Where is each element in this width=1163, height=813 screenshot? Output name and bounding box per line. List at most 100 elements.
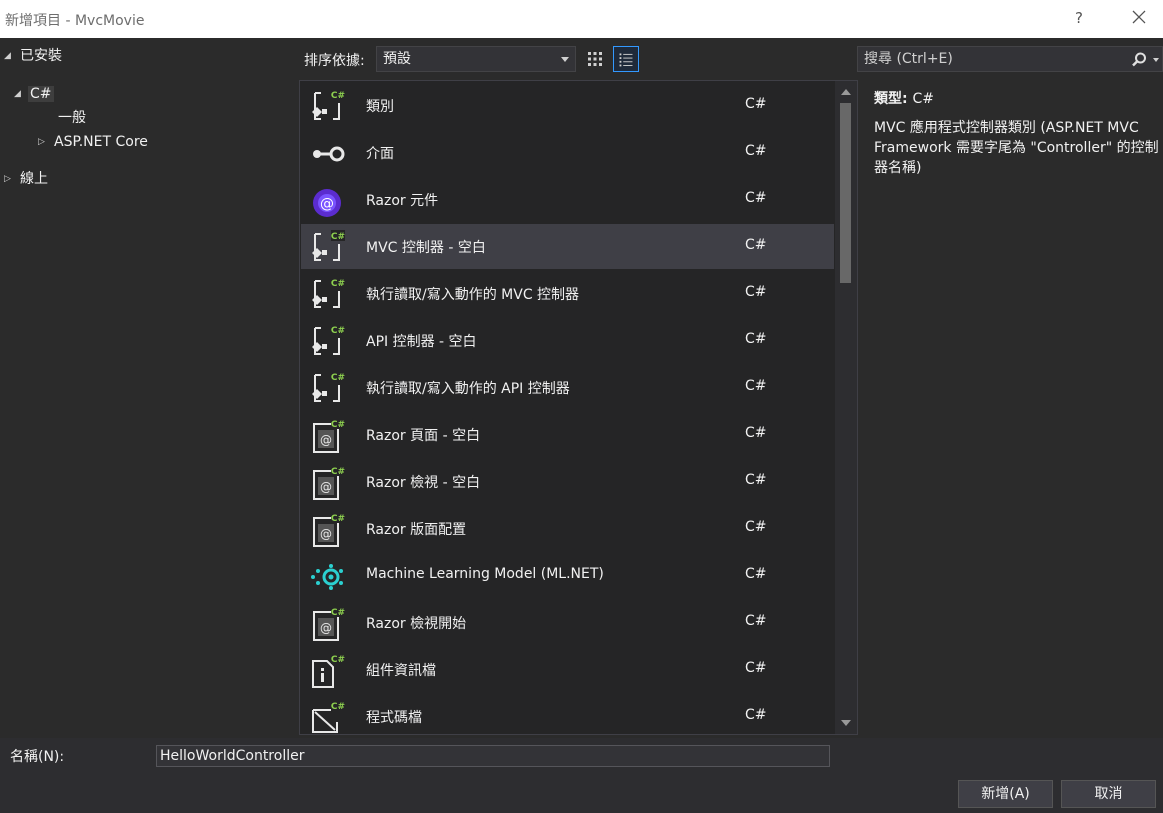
tree-item-csharp[interactable]: ◢ C# [14, 83, 54, 105]
svg-text:C#: C# [331, 420, 345, 430]
tree-item-installed[interactable]: ◢ 已安裝 [4, 45, 64, 67]
collapsed-arrow-icon: ▷ [4, 174, 11, 184]
close-icon[interactable] [1131, 9, 1147, 25]
template-item[interactable]: C# API 控制器 - 空白 C# [301, 318, 834, 363]
template-language: C# [745, 425, 767, 441]
class-icon: C# [312, 89, 345, 120]
bottom-bar: 名稱(N): 新增(A) 取消 [0, 738, 1163, 813]
collapsed-arrow-icon: ▷ [38, 137, 45, 147]
tree-item-aspnet-core[interactable]: ▷ ASP.NET Core [38, 131, 150, 153]
svg-text:@: @ [320, 196, 334, 212]
template-language: C# [745, 237, 767, 253]
list-view-icon[interactable] [613, 46, 639, 72]
details-pane: 類型: C# MVC 應用程式控制器類別 (ASP.NET MVC Framew… [874, 88, 1159, 178]
svg-text:@: @ [320, 433, 332, 447]
search-input[interactable] [858, 47, 1128, 71]
template-language: C# [745, 143, 767, 159]
scroll-down-icon[interactable] [841, 720, 851, 726]
razor-page-icon: @ C# [313, 606, 345, 641]
template-name: Razor 頁面 - 空白 [366, 428, 481, 444]
controller-icon: C# [312, 277, 345, 308]
svg-text:@: @ [320, 480, 332, 494]
expanded-arrow-icon: ◢ [14, 89, 21, 99]
template-item[interactable]: @ C# Razor 版面配置 C# [301, 506, 834, 551]
svg-text:C#: C# [331, 514, 345, 524]
template-item[interactable]: C# 組件資訊檔 C# [301, 647, 834, 692]
svg-text:C#: C# [331, 232, 345, 242]
controller-icon: C# [312, 371, 345, 402]
template-item[interactable]: @ C# Razor 頁面 - 空白 C# [301, 412, 834, 457]
svg-text:C#: C# [331, 326, 345, 336]
template-item[interactable]: @ C# Razor 檢視開始 C# [301, 600, 834, 645]
template-name: Razor 元件 [366, 193, 439, 209]
template-item[interactable]: C# 類別 C# [301, 83, 834, 128]
category-tree: ◢ 已安裝 ◢ C# 一般 ▷ ASP.NET Core ▷ 線上 [0, 38, 300, 738]
template-name: MVC 控制器 - 空白 [366, 240, 486, 256]
template-item[interactable]: C# MVC 控制器 - 空白 C# [301, 224, 834, 269]
help-button[interactable]: ? [1075, 9, 1083, 27]
template-item[interactable]: 介面 C# [301, 130, 834, 175]
svg-text:@: @ [320, 621, 332, 635]
template-item[interactable]: C# 程式碼檔 C# [301, 694, 834, 734]
sort-dropdown[interactable]: 預設 [376, 46, 576, 72]
razor-page-icon: @ C# [313, 512, 345, 547]
svg-text:C#: C# [331, 467, 345, 477]
svg-text:C#: C# [331, 655, 345, 665]
name-label: 名稱(N): [10, 749, 65, 765]
template-name: 執行讀取/寫入動作的 MVC 控制器 [366, 287, 580, 303]
template-name: API 控制器 - 空白 [366, 334, 477, 350]
name-field[interactable] [156, 745, 830, 767]
svg-text:C#: C# [331, 279, 345, 289]
tree-item-online[interactable]: ▷ 線上 [4, 168, 50, 190]
svg-text:C#: C# [331, 91, 345, 101]
template-language: C# [745, 519, 767, 535]
template-language: C# [745, 284, 767, 300]
template-language: C# [745, 331, 767, 347]
scroll-up-icon[interactable] [841, 89, 851, 95]
detail-type: 類型: C# [874, 91, 934, 107]
template-item[interactable]: C# 執行讀取/寫入動作的 MVC 控制器 C# [301, 271, 834, 316]
template-item[interactable]: @ C# Razor 檢視 - 空白 C# [301, 459, 834, 504]
razor-page-icon: @ C# [313, 418, 345, 453]
window-title: 新增項目 - MvcMovie [5, 13, 145, 29]
grid-view-icon[interactable] [582, 46, 608, 72]
scrollbar-thumb[interactable] [840, 103, 851, 283]
template-name: Razor 版面配置 [366, 522, 467, 538]
sort-label: 排序依據: [304, 53, 365, 69]
template-item[interactable]: Machine Learning Model (ML.NET) C# [301, 553, 834, 598]
template-name: 類別 [366, 99, 394, 115]
template-name: 執行讀取/寫入動作的 API 控制器 [366, 381, 570, 397]
template-language: C# [745, 190, 767, 206]
search-box [857, 46, 1163, 72]
svg-text:C#: C# [331, 702, 345, 712]
title-bar: 新增項目 - MvcMovie ? [0, 0, 1163, 38]
template-item[interactable]: C# 執行讀取/寫入動作的 API 控制器 C# [301, 365, 834, 410]
vertical-scrollbar[interactable] [835, 81, 857, 734]
add-button[interactable]: 新增(A) [958, 780, 1053, 808]
tree-item-general[interactable]: 一般 [42, 107, 88, 129]
template-name: 程式碼檔 [366, 710, 422, 726]
svg-text:C#: C# [331, 608, 345, 618]
detail-description: MVC 應用程式控制器類別 (ASP.NET MVC Framework 需要字… [874, 120, 1159, 176]
chevron-down-icon[interactable] [1153, 58, 1159, 62]
template-name: Razor 檢視 - 空白 [366, 475, 481, 491]
controller-icon: C# [312, 324, 345, 355]
template-language: C# [745, 660, 767, 676]
template-item[interactable]: @ Razor 元件 C# [301, 177, 834, 222]
razor-component-icon: @ [313, 189, 341, 217]
template-language: C# [745, 707, 767, 723]
template-language: C# [745, 566, 767, 582]
svg-text:@: @ [320, 527, 332, 541]
cancel-button[interactable]: 取消 [1061, 780, 1156, 808]
chevron-down-icon [561, 57, 569, 62]
razor-page-icon: @ C# [313, 465, 345, 500]
search-icon[interactable] [1130, 51, 1148, 69]
template-name: Razor 檢視開始 [366, 616, 467, 632]
template-language: C# [745, 378, 767, 394]
template-language: C# [745, 472, 767, 488]
svg-text:C#: C# [331, 373, 345, 383]
template-name: 介面 [366, 146, 394, 162]
template-list: C# 類別 C# 介面 C# @ Razor 元件 C# C# MVC 控制器 - 空白 C# C# 執… [299, 80, 858, 735]
template-name: 組件資訊檔 [366, 663, 436, 679]
template-name: Machine Learning Model (ML.NET) [366, 566, 604, 582]
